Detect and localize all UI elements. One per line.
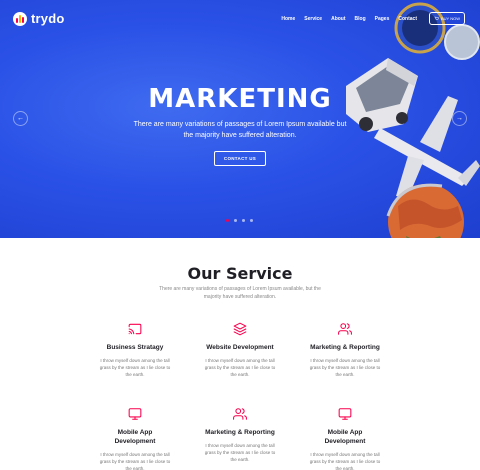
buy-now-label: BUY NOW: [440, 16, 461, 21]
hero-title: MARKETING: [148, 84, 332, 114]
monitor-icon: [338, 408, 352, 420]
slider-pagination: [226, 219, 253, 222]
monitor-icon: [128, 408, 142, 420]
brand-name: trydo: [31, 11, 65, 26]
contact-us-button[interactable]: CONTACT US: [214, 151, 266, 166]
service-card-text: I throw myself down among the tall grass…: [204, 358, 276, 377]
service-card-title: Mobile App Development: [114, 429, 156, 445]
service-card-title: Website Development: [206, 344, 274, 351]
cart-icon: [434, 16, 439, 20]
nav-pages[interactable]: Pages: [375, 16, 390, 22]
cast-icon: [128, 323, 142, 335]
service-card[interactable]: Mobile App Development I throw myself do…: [75, 407, 195, 470]
service-card-title: Marketing & Reporting: [205, 429, 275, 436]
buy-now-button[interactable]: BUY NOW: [429, 12, 465, 25]
service-card-text: I throw myself down among the tall grass…: [309, 452, 381, 470]
nav-about[interactable]: About: [331, 16, 345, 22]
service-card-title: Marketing & Reporting: [310, 344, 380, 351]
users-icon: [233, 408, 247, 420]
service-card[interactable]: Marketing & Reporting I throw myself dow…: [285, 322, 405, 378]
nav-home[interactable]: Home: [281, 16, 295, 22]
hero-slider: trydo Home Service About Blog Pages Cont…: [0, 0, 480, 238]
arrow-right-icon: →: [456, 115, 463, 122]
service-subtitle: There are many variations of passages of…: [159, 286, 321, 300]
service-card[interactable]: Business Stratagy I throw myself down am…: [75, 322, 195, 378]
nav-blog[interactable]: Blog: [355, 16, 366, 22]
service-card-text: I throw myself down among the tall grass…: [204, 443, 276, 462]
slide-dot-2[interactable]: [234, 219, 237, 222]
nav-service[interactable]: Service: [304, 16, 322, 22]
logo-icon: [13, 11, 27, 26]
main-menu: Home Service About Blog Pages Contact: [281, 16, 417, 22]
service-card-text: I throw myself down among the tall grass…: [309, 358, 381, 377]
top-navigation: trydo Home Service About Blog Pages Cont…: [0, 0, 480, 38]
hero-subtitle: There are many variations of passages of…: [133, 121, 347, 139]
brand-logo[interactable]: trydo: [13, 11, 65, 26]
service-card-text: I throw myself down among the tall grass…: [99, 452, 171, 470]
slide-dot-3[interactable]: [242, 219, 245, 222]
service-card[interactable]: Mobile App Development I throw myself do…: [285, 407, 405, 470]
service-card[interactable]: Marketing & Reporting I throw myself dow…: [180, 407, 300, 463]
nav-contact[interactable]: Contact: [398, 16, 417, 22]
service-title: Our Service: [187, 264, 293, 283]
layers-icon: [233, 322, 247, 336]
slide-dot-1[interactable]: [226, 219, 229, 222]
service-card-title: Mobile App Development: [324, 429, 366, 445]
service-card[interactable]: Website Development I throw myself down …: [180, 322, 300, 378]
service-card-title: Business Stratagy: [106, 344, 164, 351]
arrow-left-icon: ←: [17, 115, 24, 122]
slide-dot-4[interactable]: [250, 219, 253, 222]
users-icon: [338, 323, 352, 335]
service-card-text: I throw myself down among the tall grass…: [99, 358, 171, 377]
